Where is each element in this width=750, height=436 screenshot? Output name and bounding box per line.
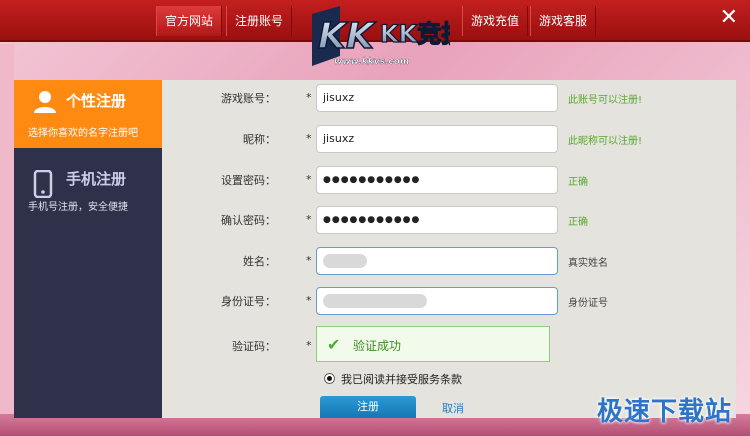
- terms-radio[interactable]: [324, 373, 335, 384]
- required-mark: *: [306, 91, 312, 104]
- registration-type-sidebar: 个性注册 选择你喜欢的名字注册吧 手机注册 手机号注册，安全便捷: [14, 80, 170, 418]
- id-number-label: 身份证号：: [221, 295, 276, 308]
- required-mark: *: [306, 213, 312, 226]
- name-input[interactable]: [316, 247, 558, 275]
- id-number-hint: 身份证号: [568, 298, 608, 309]
- captcha-label: 验证码：: [232, 340, 276, 353]
- checkmark-icon: ✔: [327, 335, 341, 354]
- terms-agreement[interactable]: 我已阅读并接受服务条款: [324, 371, 462, 387]
- logo-brand-text: KK竞技: [380, 20, 450, 48]
- logo-url-text: www.kkvs.com: [334, 57, 409, 67]
- required-mark: *: [306, 132, 312, 145]
- id-number-input[interactable]: [316, 287, 558, 315]
- nav-register-account[interactable]: 注册账号: [226, 6, 293, 36]
- phone-icon: [32, 169, 54, 201]
- password-input[interactable]: ●●●●●●●●●●●: [316, 166, 558, 194]
- form-row-id-number: 身份证号： * 身份证号: [162, 287, 736, 315]
- watermark: 极速下载站: [596, 397, 732, 427]
- sidebar-item-subtitle: 选择你喜欢的名字注册吧: [28, 128, 138, 139]
- redacted-value: [323, 254, 367, 268]
- form-row-password: 设置密码： * ●●●●●●●●●●● 正确: [162, 166, 736, 194]
- captcha-verification-box[interactable]: ✔ 验证成功: [316, 326, 550, 362]
- password-hint: 正确: [568, 177, 588, 188]
- terms-label: 我已阅读并接受服务条款: [341, 373, 462, 386]
- confirm-password-label: 确认密码：: [221, 214, 276, 227]
- form-row-nickname: 昵称： * jisuxz 此昵称可以注册!: [162, 125, 736, 153]
- close-icon[interactable]: ✕: [720, 7, 738, 29]
- sidebar-item-title: 手机注册: [66, 170, 127, 188]
- account-hint: 此账号可以注册!: [568, 95, 643, 106]
- form-row-name: 姓名： * 真实姓名: [162, 247, 736, 275]
- user-icon: [32, 90, 58, 117]
- svg-text:KK: KK: [318, 16, 377, 57]
- register-button[interactable]: 注册: [320, 396, 416, 418]
- cancel-link[interactable]: 取消: [442, 400, 464, 416]
- nickname-input[interactable]: jisuxz: [316, 125, 558, 153]
- form-row-account: 游戏账号： * jisuxz 此账号可以注册!: [162, 84, 736, 112]
- logo: KK KK竞技 www.kkvs.com: [300, 0, 467, 74]
- sidebar-item-title: 个性注册: [66, 92, 127, 110]
- account-label: 游戏账号：: [221, 92, 276, 105]
- nav-recharge[interactable]: 游戏充值: [462, 6, 529, 36]
- redacted-value: [323, 294, 427, 308]
- sidebar-item-subtitle: 手机号注册，安全便捷: [28, 202, 128, 213]
- password-label: 设置密码：: [221, 174, 276, 187]
- required-mark: *: [306, 294, 312, 307]
- required-mark: *: [306, 254, 312, 267]
- nickname-hint: 此昵称可以注册!: [568, 136, 643, 147]
- required-mark: *: [306, 339, 312, 352]
- confirm-password-input[interactable]: ●●●●●●●●●●●: [316, 206, 558, 234]
- account-input[interactable]: jisuxz: [316, 84, 558, 112]
- nickname-label: 昵称：: [243, 133, 276, 146]
- required-mark: *: [306, 173, 312, 186]
- nav-official-site[interactable]: 官方网站: [156, 6, 223, 36]
- confirm-password-hint: 正确: [568, 217, 588, 228]
- nav-support[interactable]: 游戏客服: [530, 6, 597, 36]
- name-label: 姓名：: [243, 255, 276, 268]
- captcha-status: 验证成功: [353, 339, 402, 353]
- name-hint: 真实姓名: [568, 258, 608, 269]
- registration-form-panel: 游戏账号： * jisuxz 此账号可以注册! 昵称： * jisuxz 此昵称…: [162, 80, 736, 418]
- sidebar-item-personal-register[interactable]: 个性注册 选择你喜欢的名字注册吧: [14, 80, 170, 148]
- background-decoration-left: [0, 44, 14, 436]
- form-row-confirm-password: 确认密码： * ●●●●●●●●●●● 正确: [162, 206, 736, 234]
- sidebar-item-phone-register[interactable]: 手机注册 手机号注册，安全便捷: [14, 160, 162, 216]
